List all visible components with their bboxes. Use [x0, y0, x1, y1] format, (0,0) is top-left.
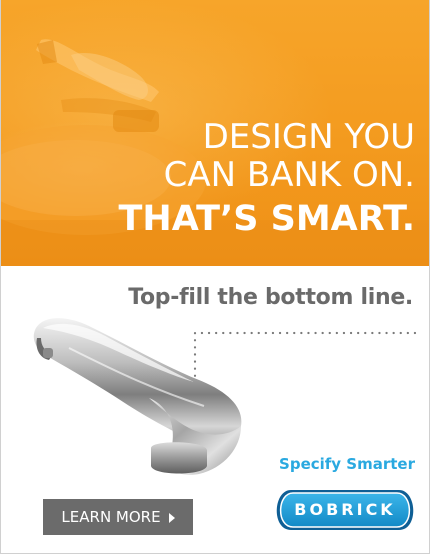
hero-panel: DESIGN YOU CAN BANK ON. THAT’S SMART.	[1, 0, 429, 266]
faucet-product-image	[33, 318, 242, 475]
headline-line-3: THAT’S SMART.	[118, 199, 415, 239]
chevron-right-icon	[168, 512, 175, 523]
learn-more-label: LEARN MORE	[61, 508, 161, 526]
headline-line-1: DESIGN YOU	[202, 117, 415, 157]
ad-banner[interactable]: DESIGN YOU CAN BANK ON. THAT’S SMART. To…	[0, 0, 430, 554]
brand-slogan: Specify Smarter	[279, 455, 415, 473]
tagline: Top-fill the bottom line.	[128, 285, 413, 310]
learn-more-button[interactable]: LEARN MORE	[43, 499, 193, 535]
headline-line-2: CAN BANK ON.	[163, 155, 415, 195]
logo-text: BOBRICK	[294, 500, 396, 519]
